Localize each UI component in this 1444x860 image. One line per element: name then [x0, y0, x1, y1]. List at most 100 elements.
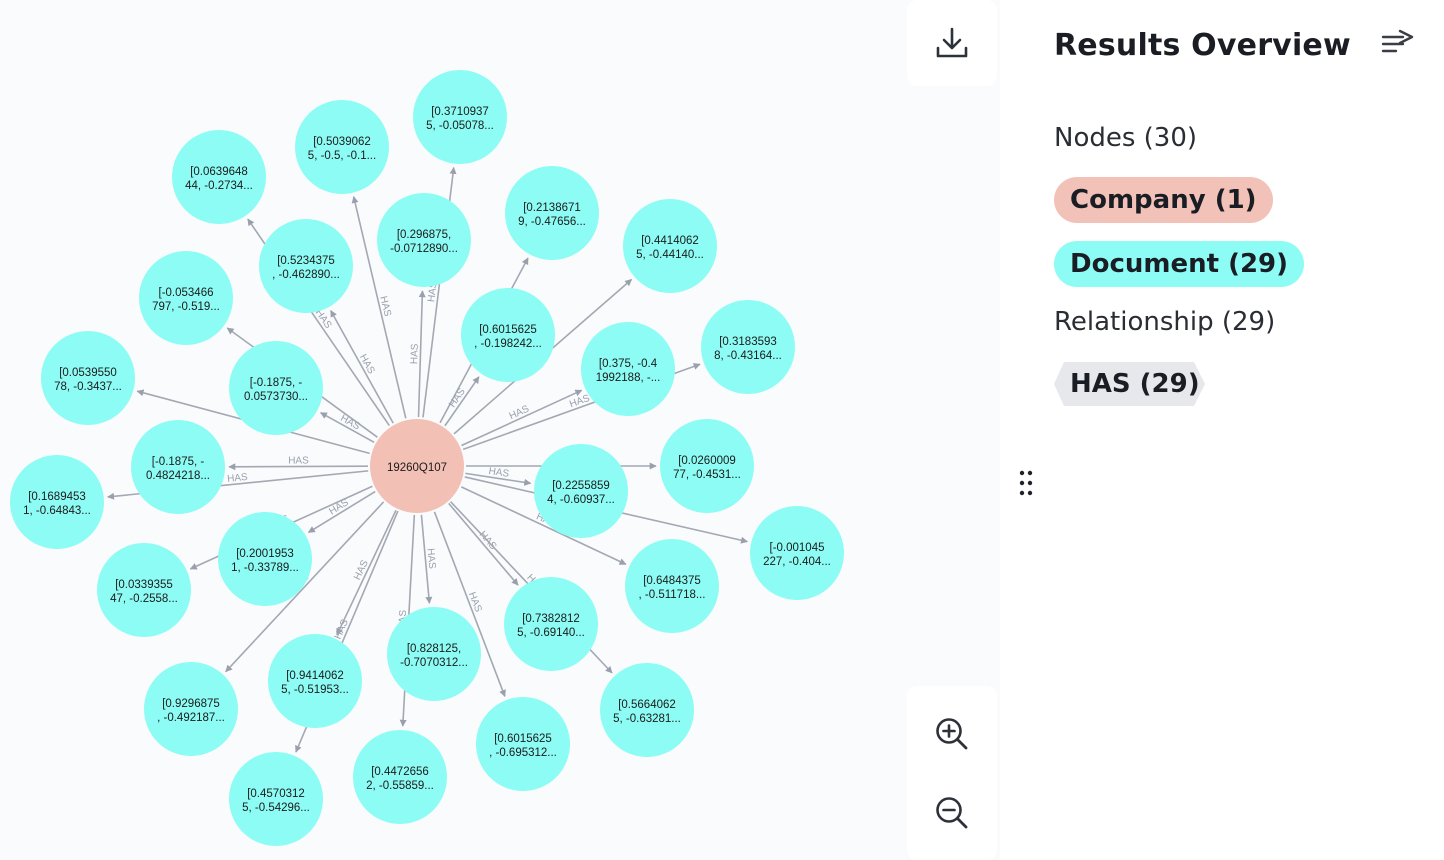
document-node[interactable]: [0.5664062 5, -0.63281... — [600, 663, 694, 757]
label-pill-document[interactable]: Document (29) — [1054, 241, 1305, 287]
document-node-label: , -0.198242... — [474, 338, 542, 350]
document-node-label: [0.0639648 — [190, 166, 248, 178]
document-node-label: [0.1689453 — [28, 491, 86, 503]
document-node[interactable]: [-0.1875, - 0.4824218... — [131, 420, 225, 514]
document-node-label: [0.9296875 — [162, 698, 220, 710]
document-node-label: 5, -0.51953... — [281, 684, 349, 696]
document-node-label: [0.296875, — [397, 229, 451, 241]
edge-label: HAS — [377, 295, 392, 318]
document-node-label: [0.0260009 — [678, 455, 736, 467]
document-node-label: [0.2001953 — [236, 548, 294, 560]
document-node-label: [0.828125, — [407, 643, 461, 655]
document-node[interactable]: [-0.053466 797, -0.519... — [139, 251, 233, 345]
document-node-label: [0.3710937 — [431, 106, 489, 118]
document-node[interactable]: [-0.001045 227, -0.404... — [750, 506, 844, 600]
document-node[interactable]: [0.5234375 , -0.462890... — [259, 219, 353, 313]
edge-has[interactable] — [448, 502, 519, 586]
relationship-pill-label: HAS (29) — [1070, 369, 1200, 399]
document-node-label: [-0.1875, - — [152, 456, 205, 468]
document-node-label: 1992188, -... — [596, 372, 661, 384]
document-node[interactable]: [0.0339355 47, -0.2558... — [97, 543, 191, 637]
document-node-label: 2, -0.55859... — [366, 780, 434, 792]
document-node-label: 0.0573730... — [244, 391, 308, 403]
document-node[interactable]: [0.4472656 2, -0.55859... — [353, 730, 447, 824]
document-node-label: [-0.001045 — [770, 542, 825, 554]
document-node[interactable]: [-0.1875, - 0.0573730... — [229, 341, 323, 435]
document-node-label: [0.0539550 — [59, 367, 117, 379]
graph-canvas[interactable]: HAS HAS HAS HAS HAS HAS HAS HAS HAS HAS HAS HAS HAS H… — [0, 0, 1000, 860]
drag-handle-icon — [1019, 470, 1033, 496]
document-node-label: [0.6484375 — [643, 575, 701, 587]
document-node-label: 5, -0.54296... — [242, 802, 310, 814]
collapse-panel-icon — [1381, 29, 1414, 53]
zoom-out-icon — [936, 796, 968, 828]
document-node[interactable]: [0.9296875 , -0.492187... — [144, 662, 238, 756]
document-node[interactable]: [0.5039062 5, -0.5, -0.1... — [295, 100, 389, 194]
document-node[interactable]: [0.4414062 5, -0.44140... — [623, 199, 717, 293]
zoom-in-icon — [936, 717, 968, 749]
document-node-label: [0.4414062 — [641, 235, 699, 247]
document-node[interactable]: [0.7382812 5, -0.69140... — [504, 577, 598, 671]
document-node-label: 5, -0.44140... — [636, 249, 704, 261]
document-node-label: [0.7382812 — [522, 613, 580, 625]
document-node-label: 9, -0.47656... — [518, 216, 586, 228]
document-node[interactable]: [0.2138671 9, -0.47656... — [505, 166, 599, 260]
document-node-label: [0.5234375 — [277, 255, 335, 267]
document-node[interactable]: [0.6015625 , -0.695312... — [476, 697, 570, 791]
document-node-label: 8, -0.43164... — [714, 350, 782, 362]
document-node-label: [0.3183593 — [719, 336, 777, 348]
edge-label: HAS — [424, 548, 437, 570]
document-node-label: [0.0339355 — [115, 579, 173, 591]
nodes-heading: Nodes (30) — [1054, 123, 1198, 153]
panel-title: Results Overview — [1054, 28, 1351, 63]
document-node-label: [0.6015625 — [479, 324, 537, 336]
label-pill-company[interactable]: Company (1) — [1054, 177, 1273, 223]
document-node-label: , -0.511718... — [639, 589, 706, 601]
document-node[interactable]: [0.296875, -0.0712890... — [377, 193, 471, 287]
document-node-label: [0.4570312 — [247, 788, 305, 800]
document-node-label: 5, -0.05078... — [426, 120, 494, 132]
edge-label: HAS — [227, 472, 249, 485]
document-node[interactable]: [0.9414062 5, -0.51953... — [268, 634, 362, 728]
document-node[interactable]: [0.3183593 8, -0.43164... — [701, 300, 795, 394]
relationship-pill-has[interactable]: HAS (29) — [1054, 362, 1220, 406]
company-node[interactable]: 19260Q107 — [370, 419, 464, 513]
document-node-label: [0.5039062 — [313, 136, 371, 148]
document-node-label: 44, -0.2734... — [185, 180, 253, 192]
document-node[interactable]: [0.4570312 5, -0.54296... — [229, 752, 323, 846]
document-node[interactable]: [0.828125, -0.7070312... — [387, 607, 481, 701]
document-node[interactable]: [0.0639648 44, -0.2734... — [172, 130, 266, 224]
panel-resize-handle[interactable] — [1012, 466, 1040, 500]
document-node[interactable]: [0.6484375 , -0.511718... — [625, 539, 719, 633]
document-node-label: [0.4472656 — [371, 766, 429, 778]
results-overview-panel: Results Overview Nodes (30) Company (1) … — [1040, 0, 1444, 860]
document-node[interactable]: [0.2001953 1, -0.33789... — [218, 512, 312, 606]
document-node[interactable]: [0.2255859 4, -0.60937... — [534, 444, 628, 538]
document-node-label: 47, -0.2558... — [110, 593, 178, 605]
edge-has[interactable] — [336, 509, 397, 636]
document-node-label: 4, -0.60937... — [547, 494, 615, 506]
zoom-in-button[interactable] — [922, 704, 982, 764]
document-node-label: 78, -0.3437... — [54, 381, 122, 393]
document-node[interactable]: [0.3710937 5, -0.05078... — [413, 70, 507, 164]
document-node[interactable]: [0.0260009 77, -0.4531... — [660, 419, 754, 513]
relationships-heading: Relationship (29) — [1054, 307, 1276, 337]
document-node-label: -0.7070312... — [400, 657, 468, 669]
document-node[interactable]: [0.1689453 1, -0.64843... — [10, 455, 104, 549]
collapse-panel-button[interactable] — [1380, 28, 1420, 64]
edge-label: HAS — [409, 343, 421, 364]
download-toolbar — [907, 0, 997, 86]
company-node-label: 19260Q107 — [387, 462, 447, 474]
zoom-out-button[interactable] — [922, 783, 982, 843]
document-node-label: [0.2255859 — [552, 480, 610, 492]
download-button[interactable] — [922, 13, 982, 73]
document-node[interactable]: [0.6015625 , -0.198242... — [461, 288, 555, 382]
graph-visualization[interactable]: HASHASHASHASHASHAS HASHASHASHASHAS HASHASH… — [0, 0, 1000, 860]
document-node[interactable]: [0.375, -0.4 1992188, -... — [581, 322, 675, 416]
document-node[interactable]: [0.0539550 78, -0.3437... — [41, 331, 135, 425]
document-node-label: , -0.695312... — [489, 747, 557, 759]
document-node-label: [0.6015625 — [494, 733, 552, 745]
document-node-label: [-0.1875, - — [250, 377, 303, 389]
document-node-label: [0.9414062 — [286, 670, 344, 682]
document-node-label: , -0.492187... — [157, 712, 225, 724]
